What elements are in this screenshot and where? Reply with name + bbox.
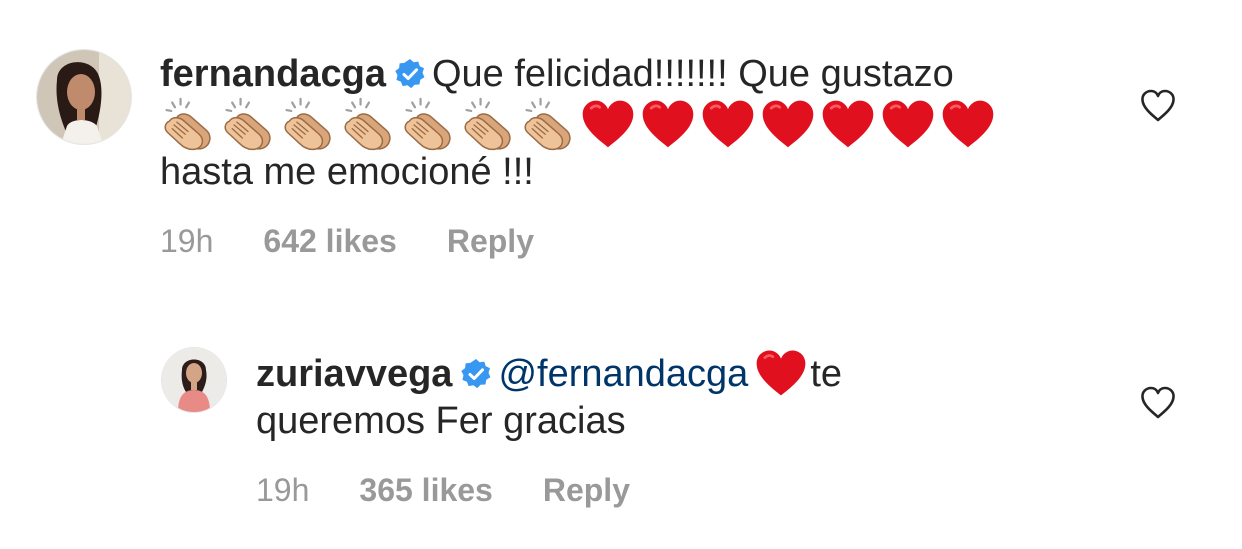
comment-timestamp: 19h xyxy=(256,472,310,508)
likes-count[interactable]: 365 likes xyxy=(359,470,492,510)
red-heart-emoji-icon xyxy=(754,348,808,398)
mention-link[interactable]: @fernandacga xyxy=(498,353,748,395)
comment-text-line: hasta me emocioné !!! xyxy=(160,148,534,196)
red-heart-emoji-icon xyxy=(940,97,996,151)
heart-outline-icon[interactable] xyxy=(1140,386,1176,420)
red-heart-emoji-icon xyxy=(580,97,636,151)
emoji-row xyxy=(160,97,1000,151)
clapping-hands-emoji-icon xyxy=(220,97,276,151)
comment-text: queremos Fer gracias xyxy=(256,400,626,442)
heart-outline-icon[interactable] xyxy=(1140,89,1176,123)
red-heart-emoji-icon xyxy=(760,97,816,151)
avatar[interactable] xyxy=(37,50,131,144)
comment-text-line: zuriavvega @fernandacga te xyxy=(256,348,842,398)
reply-button[interactable]: Reply xyxy=(447,221,534,261)
comment-meta: 19h 365 likes Reply xyxy=(256,470,630,510)
username[interactable]: fernandacga xyxy=(160,53,386,95)
reply-button[interactable]: Reply xyxy=(543,470,630,510)
comment-text: Que felicidad!!!!!!! Que gustazo xyxy=(431,53,954,95)
comment-text-line: fernandacga Que felicidad!!!!!!! Que gust… xyxy=(160,50,954,98)
red-heart-emoji-icon xyxy=(700,97,756,151)
clapping-hands-emoji-icon xyxy=(400,97,456,151)
clapping-hands-emoji-icon xyxy=(160,97,216,151)
verified-badge-icon xyxy=(460,358,492,390)
comment-text: hasta me emocioné !!! xyxy=(160,151,534,193)
red-heart-emoji-icon xyxy=(640,97,696,151)
red-heart-emoji-icon xyxy=(880,97,936,151)
comment-text: te xyxy=(810,353,843,395)
clapping-hands-emoji-icon xyxy=(460,97,516,151)
likes-count[interactable]: 642 likes xyxy=(263,221,396,261)
username[interactable]: zuriavvega xyxy=(256,353,452,395)
red-heart-emoji-icon xyxy=(820,97,876,151)
clapping-hands-emoji-icon xyxy=(280,97,336,151)
clapping-hands-emoji-icon xyxy=(520,97,576,151)
comment-timestamp: 19h xyxy=(160,223,214,259)
avatar[interactable] xyxy=(162,348,226,412)
verified-badge-icon xyxy=(394,58,426,90)
clapping-hands-emoji-icon xyxy=(340,97,396,151)
comment-meta: 19h 642 likes Reply xyxy=(160,221,534,261)
comment-text-line: queremos Fer gracias xyxy=(256,397,626,445)
